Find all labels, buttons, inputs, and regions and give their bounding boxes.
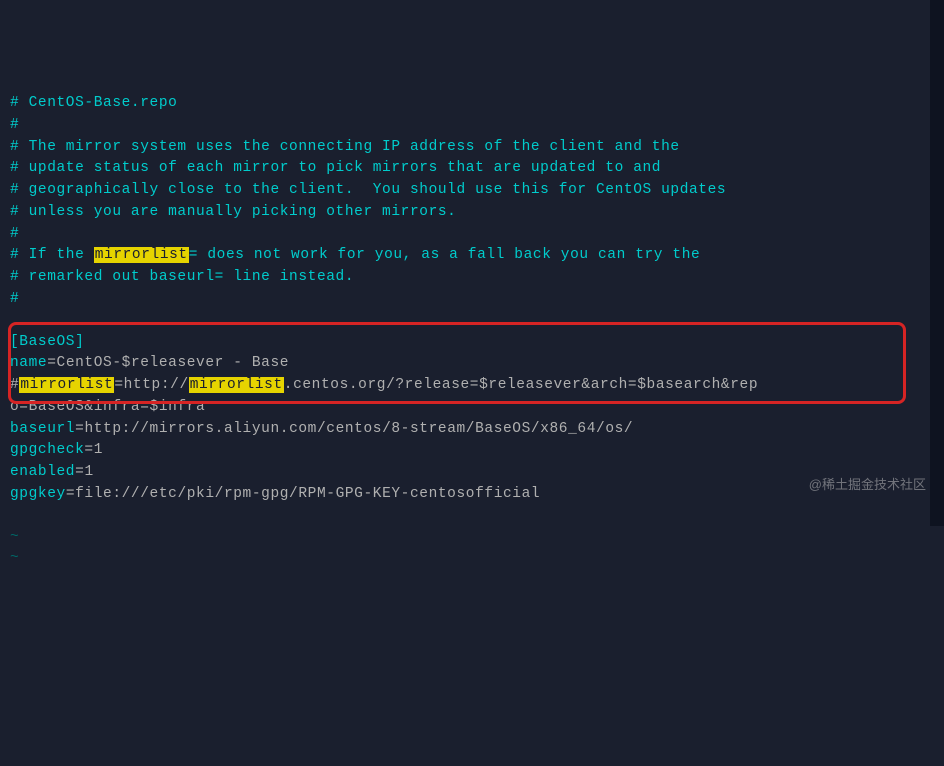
search-highlight: mirrorlist	[94, 247, 189, 263]
key: baseurl	[10, 421, 75, 437]
value: 1	[84, 464, 93, 480]
equals: =	[66, 486, 75, 502]
config-line-baseurl: baseurl=http://mirrors.aliyun.com/centos…	[10, 419, 934, 441]
text: # If the	[10, 247, 94, 263]
comment-line: # CentOS-Base.repo	[10, 93, 934, 115]
section-header: [BaseOS]	[10, 332, 934, 354]
key: enabled	[10, 464, 75, 480]
equals: =	[84, 442, 93, 458]
text: .centos.org/?release=$releasever&arch=$b…	[284, 377, 758, 393]
scrollbar[interactable]	[930, 0, 944, 526]
config-line-enabled: enabled=1	[10, 462, 934, 484]
config-line-mirrorlist: #mirrorlist=http://mirrorlist.centos.org…	[10, 375, 934, 397]
text: = does not work for you, as a fall back …	[189, 247, 701, 263]
value: CentOS-$releasever - Base	[57, 355, 290, 371]
vim-tilde-line: ~	[10, 527, 934, 549]
comment-line: # If the mirrorlist= does not work for y…	[10, 245, 934, 267]
watermark: @稀土掘金技术社区	[809, 475, 926, 495]
comment-line: #	[10, 224, 934, 246]
search-highlight: mirrorlist	[19, 377, 114, 393]
terminal-editor-content[interactable]: # CentOS-Base.repo## The mirror system u…	[10, 93, 934, 570]
text: =http://	[114, 377, 188, 393]
equals: =	[47, 355, 56, 371]
config-line-gpgkey: gpgkey=file:///etc/pki/rpm-gpg/RPM-GPG-K…	[10, 484, 934, 506]
vim-tilde-line: ~	[10, 548, 934, 570]
value: http://mirrors.aliyun.com/centos/8-strea…	[84, 421, 633, 437]
comment-line: # update status of each mirror to pick m…	[10, 158, 934, 180]
comment-line: #	[10, 115, 934, 137]
hash: #	[10, 377, 19, 393]
config-line-mirrorlist-wrap: o=BaseOS&infra=$infra	[10, 397, 934, 419]
key: gpgkey	[10, 486, 66, 502]
key: gpgcheck	[10, 442, 84, 458]
value: 1	[94, 442, 103, 458]
comment-line: # The mirror system uses the connecting …	[10, 137, 934, 159]
config-line-gpgcheck: gpgcheck=1	[10, 440, 934, 462]
key: name	[10, 355, 47, 371]
value: file:///etc/pki/rpm-gpg/RPM-GPG-KEY-cent…	[75, 486, 540, 502]
comment-line: # unless you are manually picking other …	[10, 202, 934, 224]
blank-line	[10, 506, 934, 527]
comment-line: # remarked out baseurl= line instead.	[10, 267, 934, 289]
comment-line: #	[10, 289, 934, 311]
comment-line: # geographically close to the client. Yo…	[10, 180, 934, 202]
blank-line	[10, 311, 934, 332]
config-line-name: name=CentOS-$releasever - Base	[10, 353, 934, 375]
search-highlight: mirrorlist	[189, 377, 284, 393]
